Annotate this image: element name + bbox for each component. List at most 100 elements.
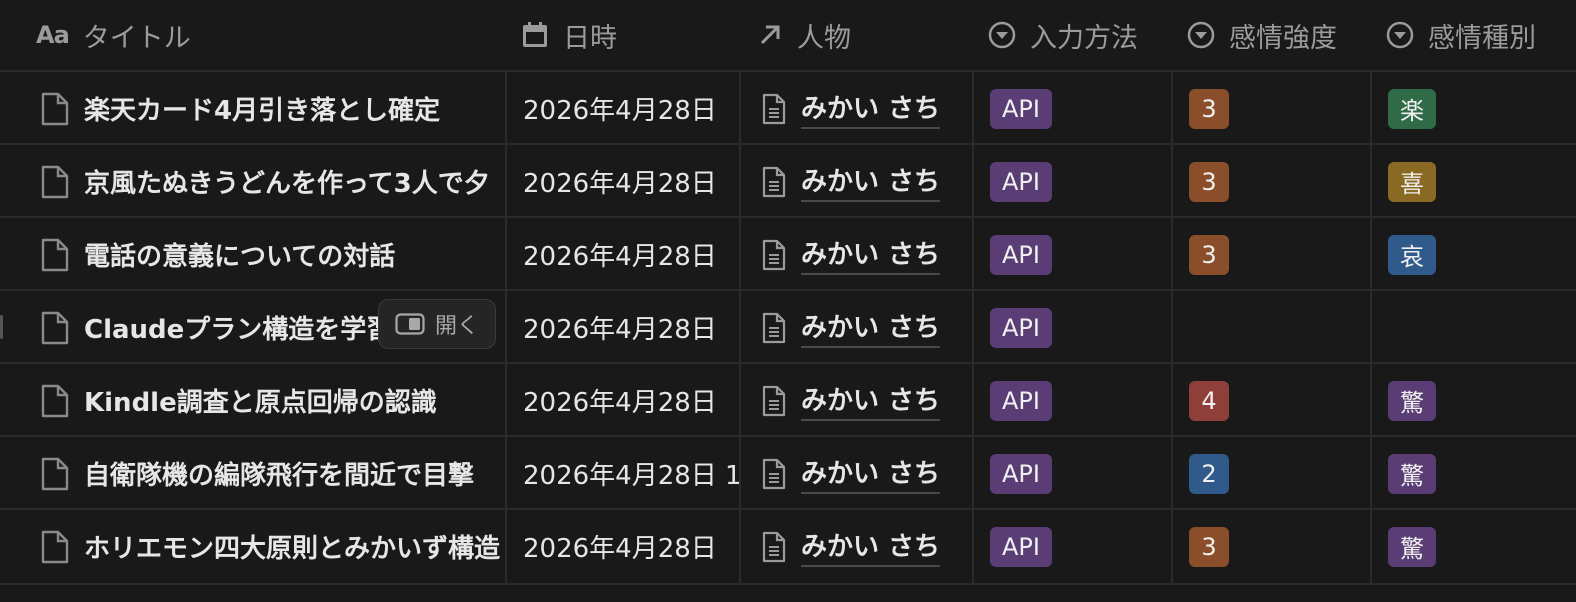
kind-tag: 哀 bbox=[1388, 234, 1436, 275]
title-cell[interactable]: 自衛隊機の編隊飛行を間近で目撃 bbox=[22, 437, 505, 510]
page-icon bbox=[761, 311, 787, 345]
method-tag: API bbox=[990, 234, 1052, 275]
title-cell[interactable]: 楽天カード4月引き落とし確定 bbox=[22, 72, 505, 145]
table-row[interactable]: ホリエモン四大原則とみかいず構造 2026年4月28日 みかい さち API 3… bbox=[0, 508, 1576, 585]
person-cell[interactable]: みかい さち bbox=[739, 364, 974, 437]
column-header-intensity[interactable]: 感情強度 bbox=[1171, 0, 1386, 70]
table-row[interactable]: Kindle調査と原点回帰の認識 2026年4月28日 みかい さち API 4… bbox=[0, 362, 1576, 437]
person-link[interactable]: みかい さち bbox=[801, 161, 941, 202]
method-tag: API bbox=[990, 453, 1052, 494]
page-icon bbox=[40, 383, 70, 419]
kind-cell[interactable]: 驚 bbox=[1370, 364, 1576, 437]
intensity-tag: 3 bbox=[1189, 88, 1229, 129]
table-row[interactable]: 電話の意義についての対話 2026年4月28日 みかい さち API 3 哀 bbox=[0, 216, 1576, 291]
row-title[interactable]: Kindle調査と原点回帰の認識 bbox=[84, 382, 437, 419]
column-header-date[interactable]: 日時 bbox=[505, 0, 755, 70]
method-tag: API bbox=[990, 526, 1052, 567]
column-header-label: 日時 bbox=[563, 22, 617, 54]
row-date: 2026年4月28日 bbox=[523, 96, 717, 126]
row-title[interactable]: ホリエモン四大原則とみかいず構造 bbox=[84, 528, 500, 565]
person-link[interactable]: みかい さち bbox=[801, 453, 941, 494]
page-icon bbox=[40, 310, 70, 346]
column-header-title[interactable]: Aa タイトル bbox=[22, 0, 519, 70]
column-header-kind[interactable]: 感情種別 bbox=[1370, 0, 1576, 70]
kind-cell[interactable]: 哀 bbox=[1370, 218, 1576, 291]
method-cell[interactable]: API bbox=[972, 218, 1173, 291]
page-icon bbox=[761, 92, 787, 126]
kind-cell[interactable]: 喜 bbox=[1370, 145, 1576, 218]
method-cell[interactable]: API bbox=[972, 437, 1173, 510]
row-title[interactable]: 電話の意義についての対話 bbox=[84, 236, 395, 273]
date-cell[interactable]: 2026年4月28日 bbox=[505, 145, 741, 218]
table-row[interactable]: 京風たぬきうどんを作って3人で夕 2026年4月28日 みかい さち API 3… bbox=[0, 143, 1576, 218]
date-cell[interactable]: 2026年4月28日 bbox=[505, 291, 741, 364]
kind-cell[interactable]: 驚 bbox=[1370, 510, 1576, 583]
intensity-cell[interactable]: 4 bbox=[1171, 364, 1372, 437]
calendar-icon bbox=[521, 21, 549, 49]
intensity-cell[interactable] bbox=[1171, 291, 1372, 364]
title-cell[interactable]: 電話の意義についての対話 bbox=[22, 218, 505, 291]
person-link[interactable]: みかい さち bbox=[801, 307, 941, 348]
table-row[interactable]: 楽天カード4月引き落とし確定 2026年4月28日 みかい さち API 3 楽 bbox=[0, 70, 1576, 145]
method-cell[interactable]: API bbox=[972, 510, 1173, 583]
person-cell[interactable]: みかい さち bbox=[739, 218, 974, 291]
kind-cell[interactable]: 楽 bbox=[1370, 72, 1576, 145]
text-type-icon: Aa bbox=[36, 21, 70, 49]
kind-cell[interactable] bbox=[1370, 291, 1576, 364]
intensity-tag: 2 bbox=[1189, 453, 1229, 494]
date-cell[interactable]: 2026年4月28日 bbox=[505, 364, 741, 437]
open-page-button[interactable]: 開く bbox=[378, 299, 496, 349]
row-title[interactable]: 楽天カード4月引き落とし確定 bbox=[84, 90, 440, 127]
person-cell[interactable]: みかい さち bbox=[739, 145, 974, 218]
person-cell[interactable]: みかい さち bbox=[739, 291, 974, 364]
row-drag-handle[interactable] bbox=[0, 315, 3, 339]
date-cell[interactable]: 2026年4月28日 bbox=[505, 72, 741, 145]
method-tag: API bbox=[990, 380, 1052, 421]
row-title[interactable]: 京風たぬきうどんを作って3人で夕 bbox=[84, 163, 490, 200]
table-header: Aa タイトル 日時 人物 入力方法 感情強度 感情種別 bbox=[0, 0, 1576, 70]
method-cell[interactable]: API bbox=[972, 72, 1173, 145]
person-link[interactable]: みかい さち bbox=[801, 88, 941, 129]
person-link[interactable]: みかい さち bbox=[801, 526, 941, 567]
method-cell[interactable]: API bbox=[972, 364, 1173, 437]
intensity-cell[interactable]: 2 bbox=[1171, 437, 1372, 510]
kind-tag: 驚 bbox=[1388, 526, 1436, 567]
kind-cell[interactable]: 驚 bbox=[1370, 437, 1576, 510]
column-header-method[interactable]: 入力方法 bbox=[972, 0, 1187, 70]
title-cell[interactable]: 京風たぬきうどんを作って3人で夕 bbox=[22, 145, 505, 218]
page-icon bbox=[40, 91, 70, 127]
row-date: 2026年4月28日 bbox=[523, 315, 717, 345]
title-cell[interactable]: Kindle調査と原点回帰の認識 bbox=[22, 364, 505, 437]
column-header-person[interactable]: 人物 bbox=[739, 0, 990, 70]
column-header-label: タイトル bbox=[82, 22, 191, 54]
person-cell[interactable]: みかい さち bbox=[739, 437, 974, 510]
row-title[interactable]: Claudeプラン構造を学習 bbox=[84, 309, 392, 346]
column-header-label: 感情強度 bbox=[1229, 22, 1337, 54]
side-peek-icon bbox=[395, 313, 425, 335]
intensity-cell[interactable]: 3 bbox=[1171, 218, 1372, 291]
kind-tag: 驚 bbox=[1388, 453, 1436, 494]
intensity-cell[interactable]: 3 bbox=[1171, 510, 1372, 583]
person-cell[interactable]: みかい さち bbox=[739, 510, 974, 583]
date-cell[interactable]: 2026年4月28日 bbox=[505, 510, 741, 583]
page-icon bbox=[761, 384, 787, 418]
select-icon bbox=[988, 21, 1016, 49]
page-icon bbox=[40, 237, 70, 273]
intensity-cell[interactable]: 3 bbox=[1171, 72, 1372, 145]
kind-tag: 喜 bbox=[1388, 161, 1436, 202]
page-icon bbox=[40, 456, 70, 492]
person-link[interactable]: みかい さち bbox=[801, 380, 941, 421]
intensity-cell[interactable]: 3 bbox=[1171, 145, 1372, 218]
intensity-tag: 4 bbox=[1189, 380, 1229, 421]
date-cell[interactable]: 2026年4月28日 1 bbox=[505, 437, 741, 510]
person-link[interactable]: みかい さち bbox=[801, 234, 941, 275]
row-title[interactable]: 自衛隊機の編隊飛行を間近で目撃 bbox=[84, 455, 474, 492]
title-cell[interactable]: ホリエモン四大原則とみかいず構造 bbox=[22, 510, 505, 583]
table-row[interactable]: 自衛隊機の編隊飛行を間近で目撃 2026年4月28日 1 みかい さち API … bbox=[0, 435, 1576, 510]
method-cell[interactable]: API bbox=[972, 145, 1173, 218]
select-icon bbox=[1187, 21, 1215, 49]
person-cell[interactable]: みかい さち bbox=[739, 72, 974, 145]
method-cell[interactable]: API bbox=[972, 291, 1173, 364]
table-row[interactable]: Claudeプラン構造を学習 2026年4月28日 みかい さち API 開く bbox=[0, 289, 1576, 364]
date-cell[interactable]: 2026年4月28日 bbox=[505, 218, 741, 291]
